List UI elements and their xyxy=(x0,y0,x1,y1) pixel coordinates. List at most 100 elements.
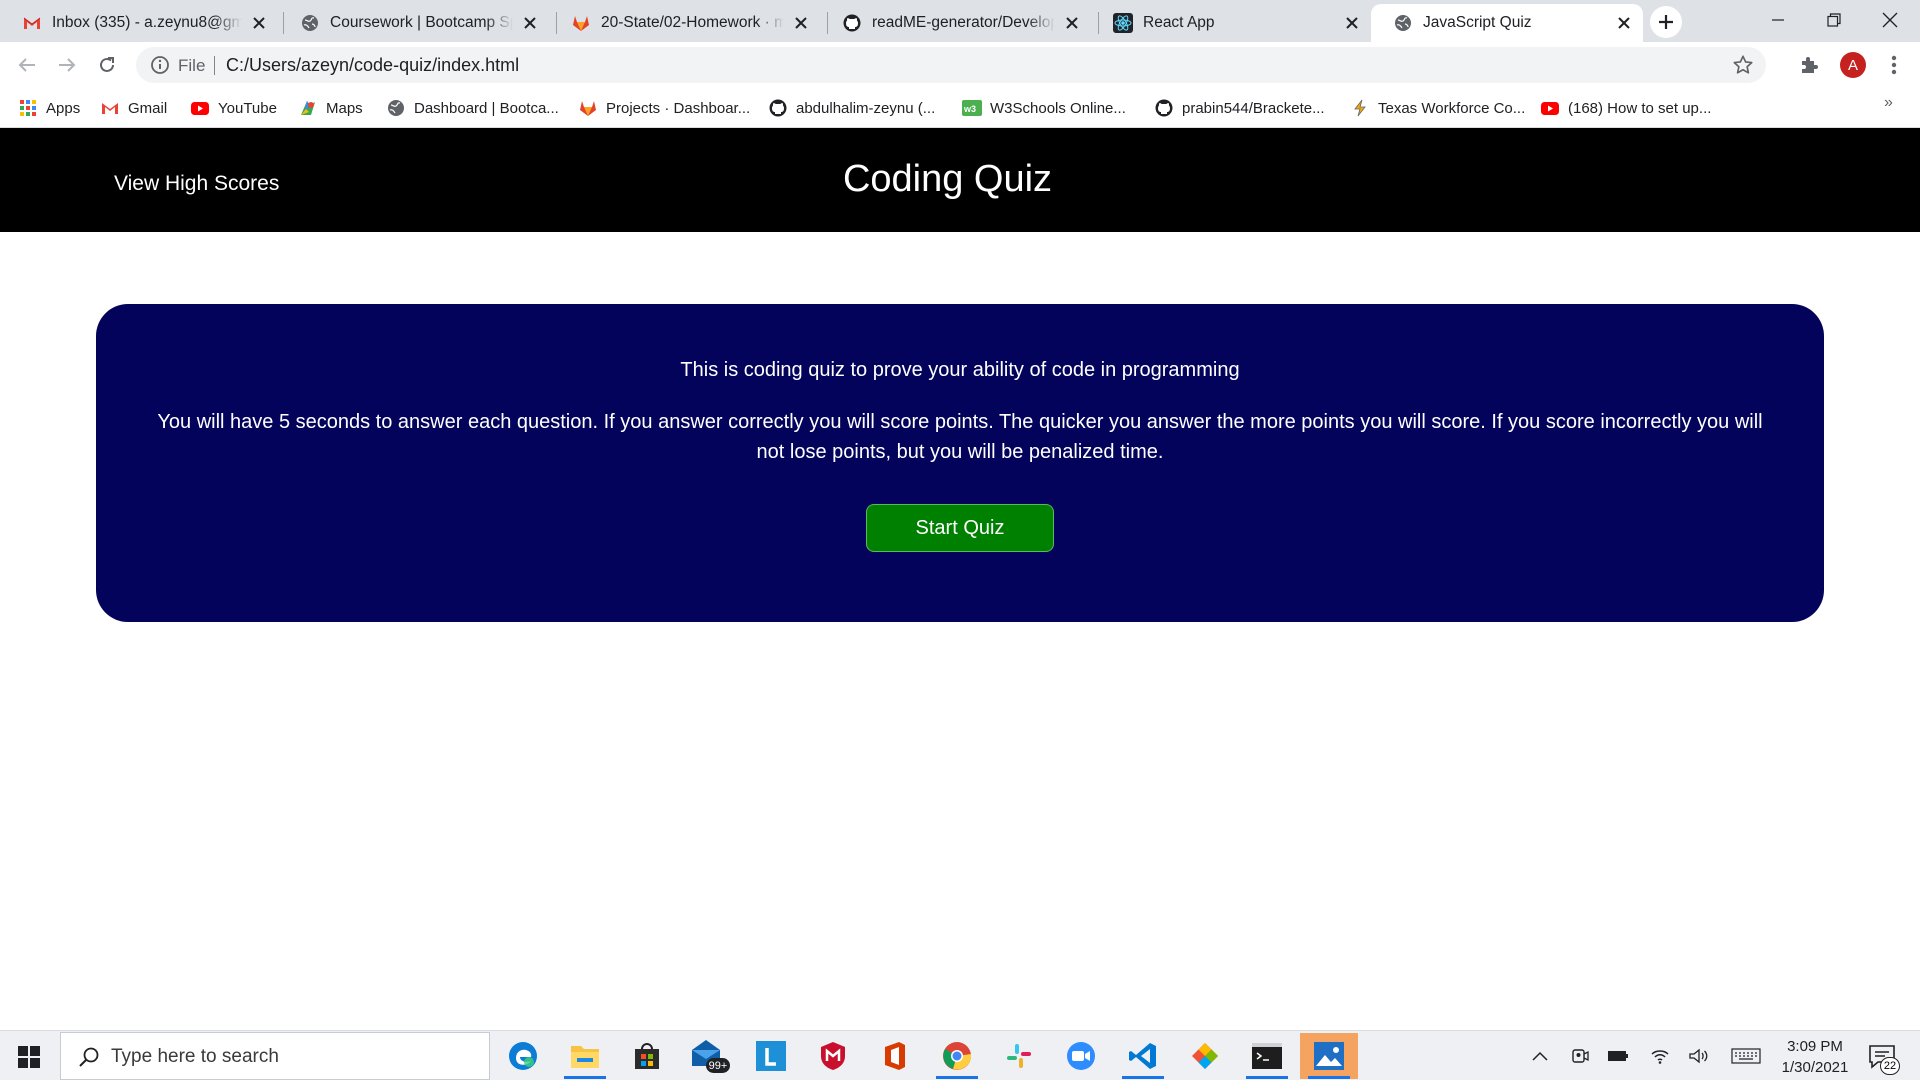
close-tab-icon[interactable] xyxy=(248,12,270,34)
profile-avatar[interactable]: A xyxy=(1840,52,1866,78)
react-icon xyxy=(1113,13,1133,33)
bookmark-texas-workforce[interactable]: Texas Workforce Co... xyxy=(1350,96,1525,120)
gmail-icon xyxy=(22,13,42,33)
bookmark-maps[interactable]: Maps xyxy=(298,96,363,120)
bookmark-projects-dashboard[interactable]: Projects · Dashboar... xyxy=(578,96,750,120)
url-divider xyxy=(214,56,215,75)
slack-icon[interactable] xyxy=(990,1033,1048,1079)
chrome-icon[interactable] xyxy=(928,1033,986,1079)
start-quiz-button[interactable]: Start Quiz xyxy=(866,504,1054,552)
vscode-icon[interactable] xyxy=(1114,1033,1172,1079)
browser-tab-strip: Inbox (335) - a.zeynu8@gmail.com Coursew… xyxy=(0,0,1920,42)
bookmark-label: abdulhalim-zeynu (... xyxy=(796,99,936,117)
globe-icon xyxy=(386,98,406,118)
volume-icon[interactable] xyxy=(1686,1045,1710,1067)
git-icon[interactable] xyxy=(1176,1033,1234,1079)
tab-title: React App xyxy=(1143,14,1215,31)
close-window-button[interactable] xyxy=(1862,0,1918,40)
bookmark-github-profile[interactable]: abdulhalim-zeynu (... xyxy=(768,96,935,120)
bookmark-label: Dashboard | Bootca... xyxy=(414,99,559,117)
clock-time[interactable]: 3:09 PM xyxy=(1770,1038,1860,1055)
svg-text:w3: w3 xyxy=(963,104,976,114)
bolt-icon xyxy=(1350,98,1370,118)
address-bar[interactable]: File C:/Users/azeyn/code-quiz/index.html xyxy=(136,47,1766,83)
tab-javascript-quiz[interactable]: JavaScript Quiz xyxy=(1371,4,1643,42)
lync-icon[interactable] xyxy=(742,1033,800,1079)
extensions-puzzle-icon[interactable] xyxy=(1798,53,1822,77)
bookmark-label: YouTube xyxy=(218,99,277,117)
forward-button[interactable] xyxy=(50,48,84,82)
restore-button[interactable] xyxy=(1806,0,1862,40)
clock-date[interactable]: 1/30/2021 xyxy=(1770,1059,1860,1076)
close-tab-icon[interactable] xyxy=(519,12,541,34)
mail-icon[interactable]: 99+ xyxy=(680,1033,738,1079)
bookmark-label: Apps xyxy=(46,99,81,117)
github-icon xyxy=(768,98,788,118)
bookmarks-overflow-chevron-icon[interactable]: » xyxy=(1884,94,1893,112)
apps-grid-icon xyxy=(18,98,38,118)
bookmark-apps[interactable]: Apps xyxy=(18,96,80,120)
quiz-intro-card: This is coding quiz to prove your abilit… xyxy=(96,304,1824,622)
gitlab-icon xyxy=(571,13,591,33)
terminal-icon[interactable] xyxy=(1238,1033,1296,1079)
bookmark-brackets-repo[interactable]: prabin544/Brackete... xyxy=(1154,96,1325,120)
tab-title: 20-State/02-Homework · master xyxy=(601,14,784,31)
windows-start-icon[interactable] xyxy=(18,1046,40,1068)
zoom-icon[interactable] xyxy=(1052,1033,1110,1079)
bookmark-label: Texas Workforce Co... xyxy=(1378,99,1526,117)
office-icon[interactable] xyxy=(866,1033,924,1079)
gmail-icon xyxy=(100,98,120,118)
bookmark-w3schools[interactable]: w3 W3Schools Online... xyxy=(962,96,1126,120)
new-tab-button[interactable] xyxy=(1650,6,1682,38)
github-icon xyxy=(1154,98,1174,118)
tab-readme-generator[interactable]: readME-generator/Develop at main xyxy=(820,4,1091,42)
store-icon[interactable] xyxy=(618,1033,676,1079)
bookmark-label: Maps xyxy=(326,99,363,117)
meet-now-icon[interactable] xyxy=(1568,1045,1592,1067)
reload-button[interactable] xyxy=(90,48,124,82)
back-button[interactable] xyxy=(10,48,44,82)
minimize-icon xyxy=(1772,19,1784,21)
minimize-button[interactable] xyxy=(1750,0,1806,40)
bookmark-gmail[interactable]: Gmail xyxy=(100,96,167,120)
tab-gmail-inbox[interactable]: Inbox (335) - a.zeynu8@gmail.com xyxy=(0,4,278,42)
mcafee-icon[interactable] xyxy=(804,1033,862,1079)
file-explorer-icon[interactable] xyxy=(556,1033,614,1079)
globe-icon xyxy=(300,13,320,33)
close-tab-icon[interactable] xyxy=(1613,12,1635,34)
bookmark-youtube-setup[interactable]: (168) How to set up... xyxy=(1540,96,1711,120)
close-tab-icon[interactable] xyxy=(1061,12,1083,34)
search-icon xyxy=(79,1047,99,1067)
info-icon[interactable] xyxy=(150,55,170,75)
photos-icon[interactable] xyxy=(1300,1033,1358,1079)
tab-gitlab-homework[interactable]: 20-State/02-Homework · master xyxy=(549,4,820,42)
taskbar-search-box[interactable]: Type here to search xyxy=(60,1032,490,1080)
quiz-rules-text: You will have 5 seconds to answer each q… xyxy=(157,411,1763,463)
keyboard-icon[interactable] xyxy=(1730,1045,1762,1067)
bookmark-label: Projects · Dashboar... xyxy=(606,99,751,117)
restore-icon xyxy=(1827,13,1841,27)
mail-badge: 99+ xyxy=(709,1060,728,1072)
search-placeholder: Type here to search xyxy=(111,1046,279,1067)
w3schools-icon: w3 xyxy=(962,98,982,118)
bookmark-dashboard-bootcamp[interactable]: Dashboard | Bootca... xyxy=(386,96,559,120)
close-tab-icon[interactable] xyxy=(1341,12,1363,34)
site-header: View High Scores Coding Quiz xyxy=(0,128,1920,232)
tab-title: Coursework | Bootcamp Spot xyxy=(330,14,513,31)
battery-icon[interactable] xyxy=(1606,1045,1630,1067)
tab-bootcamp-spot[interactable]: Coursework | Bootcamp Spot xyxy=(278,4,549,42)
tab-react-app[interactable]: React App xyxy=(1091,4,1371,42)
wifi-icon[interactable] xyxy=(1648,1045,1672,1067)
forward-arrow-icon xyxy=(59,58,76,72)
url-scheme-label: File xyxy=(178,56,206,75)
chevron-up-icon[interactable] xyxy=(1528,1045,1552,1067)
kebab-menu-icon[interactable] xyxy=(1884,53,1904,77)
edge-icon[interactable] xyxy=(494,1033,552,1079)
bookmark-youtube[interactable]: YouTube xyxy=(190,96,277,120)
bookmark-star-icon[interactable] xyxy=(1732,54,1754,76)
gitlab-icon xyxy=(578,98,598,118)
close-tab-icon[interactable] xyxy=(790,12,812,34)
url-text[interactable]: C:/Users/azeyn/code-quiz/index.html xyxy=(226,55,519,76)
browser-toolbar: File C:/Users/azeyn/code-quiz/index.html… xyxy=(0,42,1920,88)
maps-icon xyxy=(298,98,318,118)
